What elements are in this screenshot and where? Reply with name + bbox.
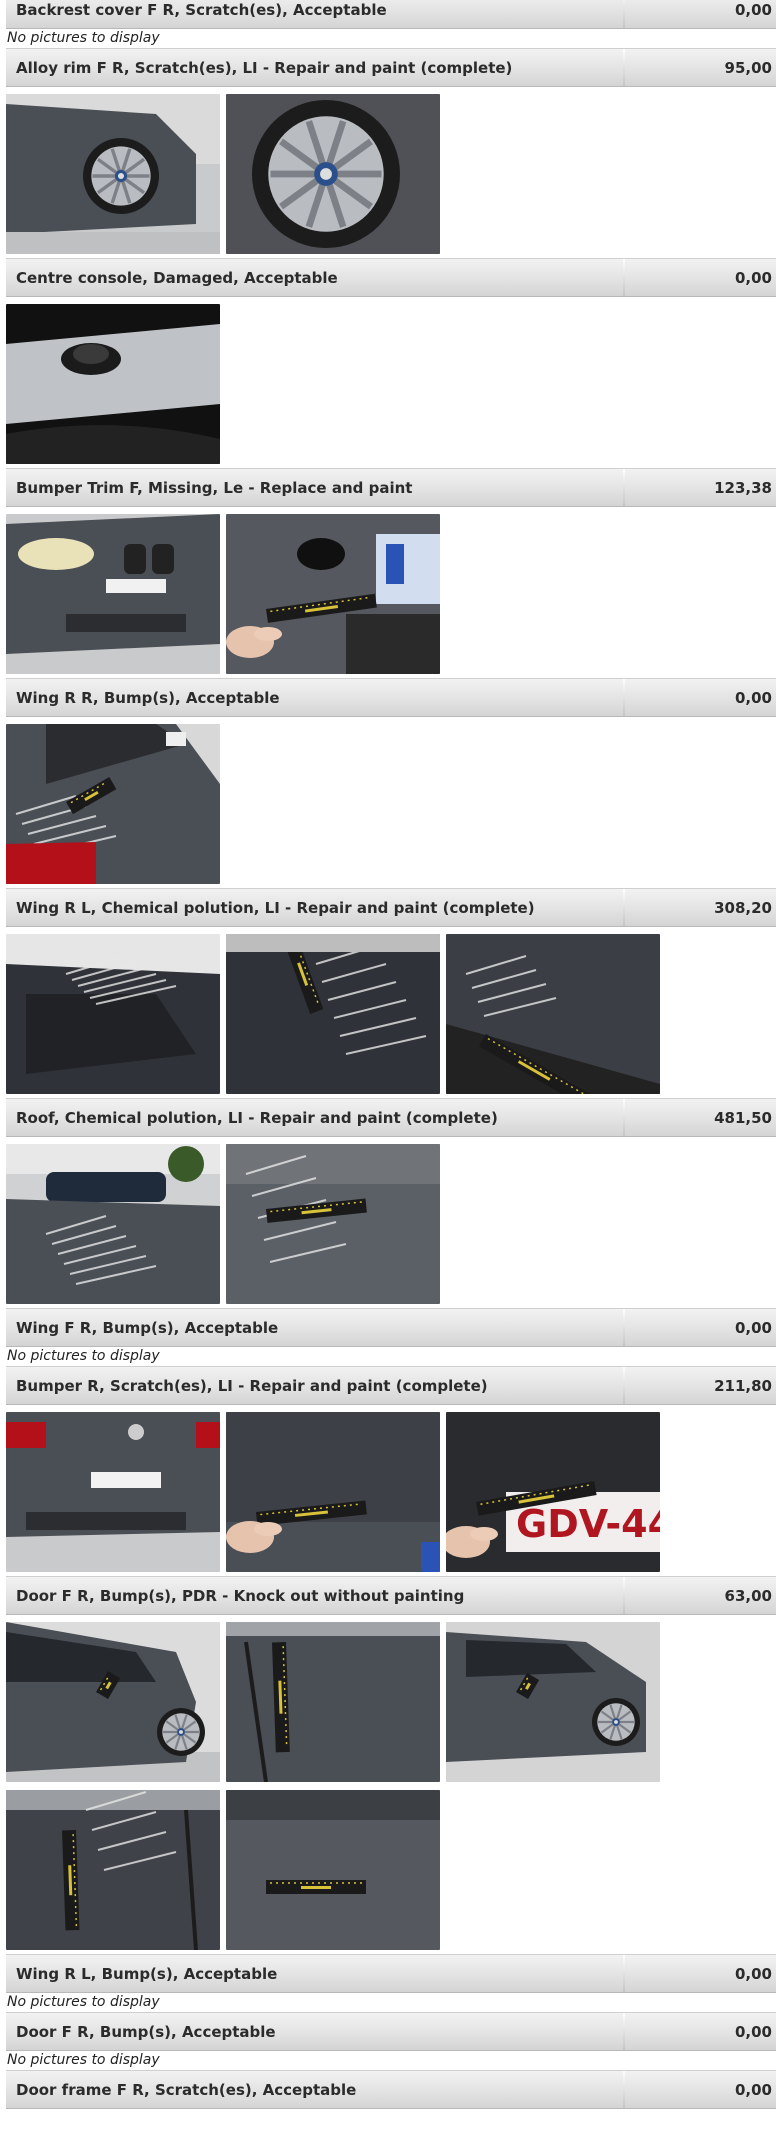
damage-photo-door-gauge[interactable]: [226, 1622, 440, 1782]
damage-amount: 0,00: [734, 1318, 772, 1337]
damage-description: Door F R, Bump(s), PDR - Knock out witho…: [16, 1586, 465, 1605]
photo-gallery: [6, 927, 780, 1098]
damage-amount: 0,00: [734, 2080, 772, 2099]
damage-description: Bumper Trim F, Missing, Le - Replace and…: [16, 478, 413, 497]
damage-row: Wing R L, Bump(s), Acceptable 0,00: [6, 1954, 776, 1993]
damage-description: Wing R L, Bump(s), Acceptable: [16, 1964, 278, 1983]
damage-amount: 0,00: [734, 268, 772, 287]
damage-photo-door-closeup[interactable]: [226, 1790, 440, 1950]
photo-gallery: [6, 297, 780, 468]
damage-amount: 308,20: [714, 898, 772, 917]
damage-row: Alloy rim F R, Scratch(es), LI - Repair …: [6, 48, 776, 87]
damage-description: Roof, Chemical polution, LI - Repair and…: [16, 1108, 498, 1127]
damage-description: Wing R L, Chemical polution, LI - Repair…: [16, 898, 535, 917]
damage-photo-rim-closeup[interactable]: [226, 94, 440, 254]
damage-photo-rear-bumper-gauge[interactable]: [226, 1412, 440, 1572]
photo-gallery: [6, 1137, 780, 1308]
damage-photo-door-side-2[interactable]: [446, 1622, 660, 1782]
damage-photo-rim-car-side[interactable]: [6, 94, 220, 254]
photo-gallery: [6, 507, 780, 678]
damage-amount: 0,00: [734, 1964, 772, 1983]
damage-photo-roof-ruler[interactable]: [226, 1144, 440, 1304]
svg-text:GDV-44: GDV-44: [516, 1502, 660, 1546]
damage-description: Bumper R, Scratch(es), LI - Repair and p…: [16, 1376, 488, 1395]
damage-amount: 0,00: [734, 0, 772, 19]
damage-row: Bumper R, Scratch(es), LI - Repair and p…: [6, 1366, 776, 1405]
damage-description: Door frame F R, Scratch(es), Acceptable: [16, 2080, 357, 2099]
damage-row: Door F R, Bump(s), PDR - Knock out witho…: [6, 1576, 776, 1615]
damage-list: Backrest cover F R, Scratch(es), Accepta…: [0, 0, 780, 2109]
damage-amount: 481,50: [714, 1108, 772, 1127]
damage-row: Door frame F R, Scratch(es), Acceptable 0…: [6, 2070, 776, 2109]
no-pictures-message: No pictures to display: [7, 2052, 160, 2068]
damage-photo-plate-gauge[interactable]: GDV-44: [446, 1412, 660, 1572]
damage-photo-centre-console[interactable]: [6, 304, 220, 464]
damage-description: Alloy rim F R, Scratch(es), LI - Repair …: [16, 58, 513, 77]
damage-description: Centre console, Damaged, Acceptable: [16, 268, 338, 287]
damage-row: Centre console, Damaged, Acceptable 0,00: [6, 258, 776, 297]
damage-photo-bumper-trim-gauge[interactable]: [226, 514, 440, 674]
damage-amount: 211,80: [714, 1376, 772, 1395]
damage-photo-door-gauge-2[interactable]: [6, 1790, 220, 1950]
damage-photo-rear-wing-taillight[interactable]: [6, 724, 220, 884]
damage-description: Backrest cover F R, Scratch(es), Accepta…: [16, 0, 387, 19]
damage-description: Wing F R, Bump(s), Acceptable: [16, 1318, 279, 1337]
damage-row: Backrest cover F R, Scratch(es), Accepta…: [6, 0, 776, 29]
damage-photo-rear-window-roof[interactable]: [6, 934, 220, 1094]
damage-row: Door F R, Bump(s), Acceptable 0,00: [6, 2012, 776, 2051]
damage-photo-paint-ruler[interactable]: [226, 934, 440, 1094]
no-pictures-message: No pictures to display: [7, 1348, 160, 1364]
damage-amount: 123,38: [714, 478, 772, 497]
damage-description: Door F R, Bump(s), Acceptable: [16, 2022, 276, 2041]
photo-gallery: [6, 1615, 780, 1954]
damage-description: Wing R R, Bump(s), Acceptable: [16, 688, 280, 707]
damage-amount: 95,00: [724, 58, 772, 77]
damage-amount: 0,00: [734, 688, 772, 707]
no-pictures-message: No pictures to display: [7, 30, 160, 46]
damage-photo-door-side[interactable]: [6, 1622, 220, 1782]
damage-row: Roof, Chemical polution, LI - Repair and…: [6, 1098, 776, 1137]
photo-gallery: GDV-44: [6, 1405, 780, 1576]
damage-photo-paint-ruler-close[interactable]: [446, 934, 660, 1094]
damage-row: Bumper Trim F, Missing, Le - Replace and…: [6, 468, 776, 507]
damage-photo-front-bumper[interactable]: [6, 514, 220, 674]
damage-amount: 63,00: [724, 1586, 772, 1605]
no-pictures-message: No pictures to display: [7, 1994, 160, 2010]
photo-gallery: [6, 717, 780, 888]
damage-row: Wing F R, Bump(s), Acceptable 0,00: [6, 1308, 776, 1347]
damage-photo-roof-showroom[interactable]: [6, 1144, 220, 1304]
damage-amount: 0,00: [734, 2022, 772, 2041]
damage-row: Wing R L, Chemical polution, LI - Repair…: [6, 888, 776, 927]
damage-row: Wing R R, Bump(s), Acceptable 0,00: [6, 678, 776, 717]
damage-photo-rear-bumper[interactable]: [6, 1412, 220, 1572]
photo-gallery: [6, 87, 780, 258]
